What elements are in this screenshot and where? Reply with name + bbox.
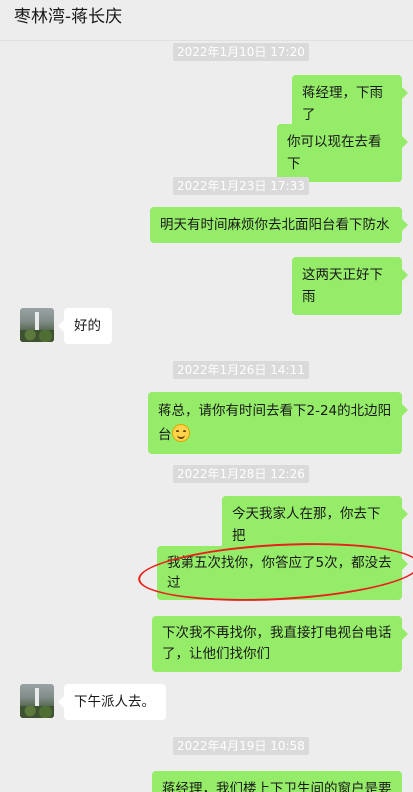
message-outgoing[interactable]: 蒋经理，我们楼上下卫生间的窗户是要 [152, 771, 402, 792]
message-outgoing[interactable]: 这两天正好下雨 [292, 257, 408, 315]
message-outgoing[interactable]: 你可以现在去看下 [277, 124, 408, 182]
message-outgoing[interactable]: 我第五次找你，你答应了5次，都没去过 [157, 546, 408, 600]
timestamp: 2022年4月19日 10:58 [173, 737, 309, 755]
timestamp: 2022年1月23日 17:33 [173, 177, 309, 195]
message-outgoing[interactable]: 下次我不再找你，我直接打电视台电话了，让他们找你们 [152, 616, 408, 672]
timestamp: 2022年1月26日 14:11 [173, 361, 309, 379]
contact-avatar[interactable] [20, 308, 54, 342]
message-text: 蒋总，请你有时间去看下2-24的北边阳台 [158, 403, 392, 443]
chat-title[interactable]: 枣林湾-蒋长庆 [14, 2, 122, 27]
timestamp: 2022年1月28日 12:26 [173, 465, 309, 483]
smile-emoji-icon [171, 424, 190, 442]
message-outgoing[interactable]: 蒋总，请你有时间去看下2-24的北边阳台 [148, 392, 408, 454]
message-list[interactable]: 2022年1月10日 17:20 蒋经理，下雨了 你可以现在去看下 2022年1… [0, 41, 413, 792]
message-outgoing[interactable]: 明天有时间麻烦你去北面阳台看下防水 [150, 207, 408, 243]
message-incoming[interactable]: 下午派人去。 [58, 684, 166, 720]
timestamp: 2022年1月10日 17:20 [173, 43, 309, 61]
message-incoming[interactable]: 好的 [58, 308, 112, 344]
chat-header: 枣林湾-蒋长庆 [0, 0, 413, 41]
contact-avatar[interactable] [20, 684, 54, 718]
